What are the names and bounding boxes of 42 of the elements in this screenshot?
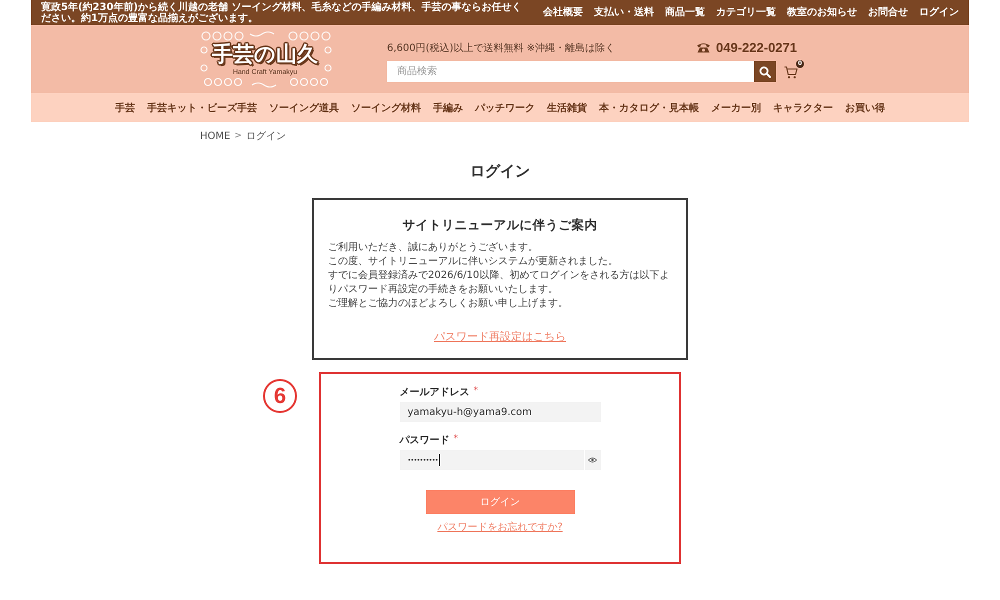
shipping-note: 6,600円(税込)以上で送料無料 ※沖縄・離島は除く <box>387 42 615 54</box>
field-label: パスワード <box>400 434 450 447</box>
nav-item[interactable]: 手芸 <box>115 100 135 114</box>
breadcrumb-separator: > <box>234 131 242 141</box>
required-mark: * <box>454 434 458 444</box>
top-link[interactable]: ログイン <box>919 6 959 18</box>
shop-tagline: 寛政5年(約230年前)から続く川越の老舗 ソーイング材料、毛糸などの手編み材料、手芸の事ならお任せください。約1万点の豊富な品揃えがございます。 <box>41 2 522 24</box>
breadcrumb-link[interactable]: HOME <box>200 130 230 142</box>
top-link[interactable]: 支払い・送料 <box>594 6 654 18</box>
step-marker: 6 <box>263 379 297 413</box>
nav-item[interactable]: パッチワーク <box>475 100 535 114</box>
top-link[interactable]: 会社概要 <box>543 6 583 18</box>
eye-icon[interactable] <box>588 457 597 463</box>
notice-text: すでに会員登録済みで2026/6/10以降、初めてログインをされる方は以下よりパスワード再設定の手続きをお願いいたします。 <box>328 269 670 297</box>
page-title: ログイン <box>469 161 531 181</box>
nav-item[interactable]: ソーイング道具 <box>269 100 339 114</box>
nav-item[interactable]: お買い得 <box>845 100 885 114</box>
notice-text: ご利用いただき、誠にありがとうございます。 <box>328 241 539 255</box>
nav-item[interactable]: ソーイング材料 <box>351 100 421 114</box>
nav-item[interactable]: キャラクター <box>773 100 833 114</box>
email-field[interactable]: yamakyu-h@yama9.com <box>400 402 600 422</box>
phone-number: 049-222-0271 <box>716 40 797 55</box>
search-icon <box>759 66 771 78</box>
search-button[interactable] <box>754 61 776 82</box>
top-link[interactable]: 教室のお知らせ <box>787 6 857 18</box>
top-link[interactable]: 商品一覧 <box>665 6 705 18</box>
nav-item[interactable]: 手芸キット・ビーズ手芸 <box>147 100 257 114</box>
nav-item[interactable]: 本・カタログ・見本帳 <box>599 100 699 114</box>
field-label: メールアドレス <box>400 386 470 399</box>
phone-icon <box>696 42 712 53</box>
nav-item[interactable]: メーカー別 <box>711 100 761 114</box>
top-link[interactable]: お問合せ <box>868 6 908 18</box>
nav-item[interactable]: 手編み <box>433 100 463 114</box>
breadcrumb-current: ログイン <box>246 130 286 143</box>
top-link[interactable]: カテゴリ一覧 <box>716 6 776 18</box>
notice-title: サイトリニューアルに伴うご案内 <box>402 217 598 233</box>
notice-text: この度、サイトリニューアルに伴いシステムが更新されました。 <box>328 255 619 269</box>
nav-item[interactable]: 生活雑貨 <box>547 100 587 114</box>
notice-text: ご理解とご協力のほどよろしくお願い申し上げます。 <box>328 297 569 311</box>
required-mark: * <box>474 386 478 396</box>
cart-icon[interactable] <box>784 66 798 78</box>
search-field[interactable]: 商品検索 <box>387 61 754 82</box>
